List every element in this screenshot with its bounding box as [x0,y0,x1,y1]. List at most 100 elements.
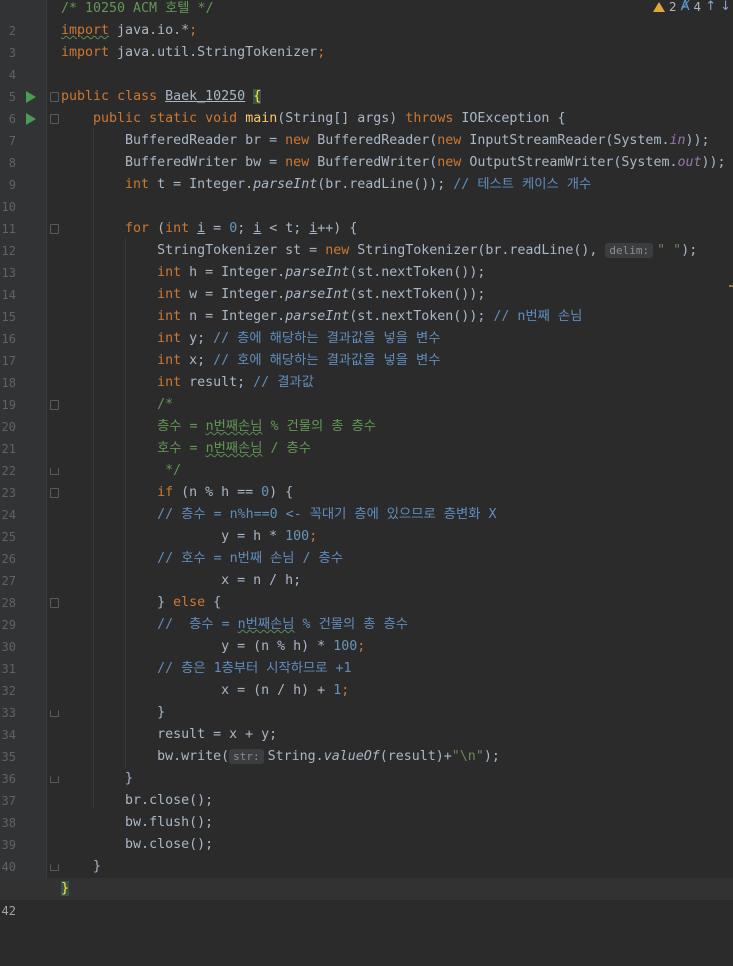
code-line[interactable]: 22 호수 = n번째손님 / 층수 [0,438,733,478]
method-call: parseInt [253,177,318,192]
brace: } [157,705,166,720]
semicolon: ; [341,683,350,698]
statement: t = Integer. [149,177,254,192]
code-line[interactable]: 34 } [0,702,733,742]
code-line[interactable]: 40 bw.close(); [0,834,733,874]
code-line[interactable]: 11 [0,196,733,236]
keyword: static [149,111,198,126]
code-line[interactable]: 8 BufferedReader br = new BufferedReader… [0,130,733,170]
exception: IOException { [453,111,566,126]
code-line[interactable]: 23 */ [0,460,733,500]
code-line[interactable]: 17 int y; // 층에 해당하는 결과값을 넣을 변수 [0,328,733,368]
keyword: new [285,133,310,148]
statement: BufferedWriter bw = [125,155,286,170]
fold-icon[interactable] [50,400,59,410]
code-line[interactable]: 14 int h = Integer.parseInt(st.nextToken… [0,262,733,302]
code-line[interactable]: 2 /* 10250 ACM 호텔 */ [0,0,733,38]
fold-icon[interactable] [50,776,59,783]
code-line[interactable]: 33 x = (n / h) + 1; [0,680,733,720]
fold-icon[interactable] [50,468,59,475]
code-line[interactable]: 39 bw.flush(); [0,812,733,852]
code-line[interactable]: 5 [0,64,733,104]
statement: n = Integer. [181,309,286,324]
code-line[interactable]: 19 int result; // 결과값 [0,372,733,412]
code-line[interactable]: 32 // 층은 1층부터 시작하므로 +1 [0,658,733,698]
code-line[interactable]: 28 x = n / h; [0,570,733,610]
statement: bw.write( [157,749,230,764]
code-line[interactable]: 24 if (n % h == 0) { [0,482,733,522]
brace: } [93,859,102,874]
statement: result = x + y; [157,727,278,742]
comment: 호수 = [157,441,206,456]
class-name: Baek_10250 [165,89,246,104]
statement: ( [149,221,166,236]
fold-icon[interactable] [50,598,59,608]
keyword: public [61,89,110,104]
fold-icon[interactable] [50,92,59,102]
code-line[interactable]: 10 int t = Integer.parseInt(br.readLine(… [0,174,733,214]
code-line[interactable]: 27 // 호수 = n번째 손님 / 층수 [0,548,733,588]
fold-icon[interactable] [50,864,59,871]
code-line[interactable]: 35 result = x + y; [0,724,733,764]
comment: % 건물의 총 층수 [262,419,376,434]
run-icon[interactable] [26,113,36,125]
code-line[interactable]: 30 // 층수 = n번째손님 % 건물의 총 층수 [0,614,733,654]
statement: { [205,595,222,610]
package-name: java.io.* [109,23,190,38]
code-line[interactable]: 29 } else { [0,592,733,632]
comment: /* 10250 ACM 호텔 */ [61,1,214,16]
static-field: out [677,155,702,170]
number: 0 [229,221,238,236]
comment: // n번째 손님 [493,309,583,324]
code-line[interactable]: 38 br.close(); [0,790,733,830]
code-line[interactable]: 13 StringTokenizer st = new StringTokeni… [0,240,733,280]
fold-icon[interactable] [50,224,59,234]
keyword: int [157,353,182,368]
method-call: parseInt [285,265,350,280]
method-call: parseInt [285,287,350,302]
comment: // 호에 해당하는 결과값을 넣을 변수 [213,353,441,368]
code-line[interactable]: 15 int w = Integer.parseInt(st.nextToken… [0,284,733,324]
code-line[interactable]: 20 /* [0,394,733,434]
code-line[interactable]: 12 for (int i = 0; i < t; i++) { [0,218,733,258]
number: 0 [261,485,270,500]
statement: x = n / h; [221,573,302,588]
comment: // 층수 = [157,617,238,632]
fold-icon[interactable] [50,114,59,124]
line-number: 42 [1,904,16,918]
code-line[interactable]: 37 } [0,768,733,808]
comment: */ [157,463,182,478]
code-line[interactable]: 3 import java.io.*; [0,20,733,60]
code-line[interactable]: 21 층수 = n번째손님 % 건물의 총 층수 [0,416,733,456]
statement: BufferedReader( [309,133,438,148]
code-line[interactable]: 16 int n = Integer.parseInt(st.nextToken… [0,306,733,346]
code-line[interactable]: 7 public static void main(String[] args)… [0,108,733,148]
code-line[interactable]: 4 import java.util.StringTokenizer; [0,42,733,82]
code-line[interactable]: 18 int x; // 호에 해당하는 결과값을 넣을 변수 [0,350,733,390]
code-line[interactable]: 31 y = (n % h) * 100; [0,636,733,676]
comment: n번째손님 [205,419,263,434]
code-editor[interactable]: 2 Ⱥ 4 ↑ ↓ 2 /* 10250 ACM 호텔 */ 3 import … [0,0,733,918]
statement: BufferedWriter( [309,155,438,170]
statement: ++) { [317,221,358,236]
brace: } [61,881,70,896]
keyword: class [117,89,158,104]
fold-icon[interactable] [50,710,59,717]
brace: { [253,89,262,104]
brace: } [125,771,134,786]
statement: < t; [261,221,310,236]
code-line[interactable]: 26 y = h * 100; [0,526,733,566]
comment: // 층에 해당하는 결과값을 넣을 변수 [213,331,441,346]
static-field: in [669,133,686,148]
statement: (st.nextToken()); [349,265,486,280]
keyword: int [157,331,182,346]
code-line[interactable]: 9 BufferedWriter bw = new BufferedWriter… [0,152,733,192]
code-line[interactable]: 6 public class Baek_10250 { [0,86,733,126]
code-line[interactable]: 36 bw.write(str: String.valueOf(result)+"… [0,746,733,786]
code-line[interactable]: 41 } [0,856,733,896]
run-icon[interactable] [26,91,36,103]
fold-icon[interactable] [50,488,59,498]
code-line-current[interactable]: 42 } [0,878,733,918]
code-line[interactable]: 25 // 층수 = n%h==0 <- 꼭대기 층에 있으므로 층변화 X [0,504,733,544]
statement: (br.readLine()); [317,177,454,192]
